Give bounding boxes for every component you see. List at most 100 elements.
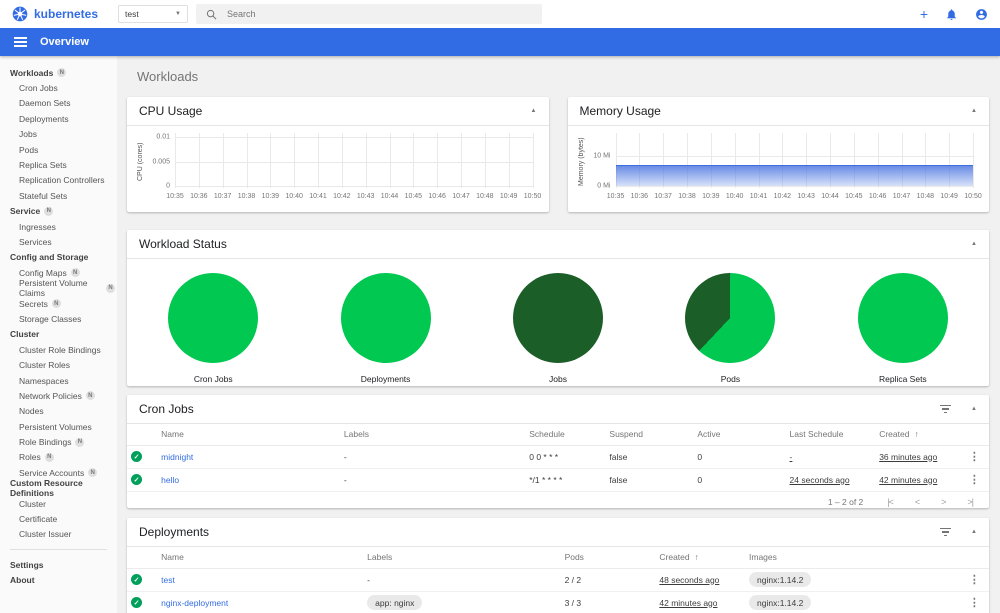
column-header-pods[interactable]: Pods (560, 547, 656, 569)
first-page-button[interactable]: |< (887, 497, 894, 507)
row-menu-kebab-icon[interactable]: ⋮ (969, 451, 980, 463)
created-cell: 36 minutes ago (875, 445, 965, 469)
cron-jobs-title: Cron Jobs (139, 402, 194, 416)
pods-cell: 3 / 3 (560, 591, 656, 613)
sidebar-item-persistent-volumes[interactable]: Persistent Volumes (10, 419, 115, 434)
sidebar-item-stateful-sets[interactable]: Stateful Sets (10, 188, 115, 203)
sidebar-item-storage-classes[interactable]: Storage Classes (10, 311, 115, 326)
sidebar-item-replica-sets[interactable]: Replica Sets (10, 157, 115, 172)
sidebar-item-services[interactable]: Services (10, 234, 115, 249)
sidebar-item-label: Network Policies (19, 390, 82, 401)
column-header-suspend[interactable]: Suspend (605, 424, 694, 446)
sidebar-item-persistent-volume-claims[interactable]: Persistent Volume Claims N (10, 278, 115, 298)
collapse-icon[interactable]: ▲ (971, 241, 977, 247)
resource-name-link[interactable]: nginx-deployment (161, 598, 228, 608)
grid-line-horizontal (615, 185, 973, 187)
sidebar-item-certificate[interactable]: Certificate (10, 511, 115, 526)
pie-chart-deployments[interactable] (340, 273, 431, 363)
sidebar-item-cron-jobs[interactable]: Cron Jobs (10, 80, 115, 95)
column-header-name[interactable]: Name (157, 547, 364, 569)
collapse-icon[interactable]: ▲ (971, 529, 977, 535)
sidebar-item-replication-controllers[interactable]: Replication Controllers (10, 173, 115, 188)
column-header-status (127, 547, 158, 569)
status-cell: ✓ (127, 468, 158, 492)
sidebar-item-pods[interactable]: Pods (10, 142, 115, 157)
collapse-icon[interactable]: ▲ (971, 108, 977, 114)
namespaced-badge: N (75, 437, 85, 447)
images-cell-chip: nginx:1.14.2 (749, 572, 812, 587)
namespace-select[interactable]: test ▼ (118, 5, 188, 23)
search-bar[interactable] (196, 4, 542, 24)
sidebar-item-cluster-role-bindings[interactable]: Cluster Role Bindings (10, 342, 115, 357)
sidebar-item-deployments[interactable]: Deployments (10, 111, 115, 126)
next-page-button[interactable]: > (941, 497, 946, 507)
user-account-icon[interactable] (975, 8, 988, 21)
column-header-name[interactable]: Name (157, 424, 340, 446)
namespace-value: test (125, 9, 139, 19)
x-tick-label: 10:37 (213, 193, 232, 200)
sidebar-item-network-policies[interactable]: Network Policies N (10, 388, 115, 403)
pie-chart-jobs[interactable] (513, 273, 604, 363)
sidebar-item-label: Settings (10, 559, 44, 570)
sidebar-item-cluster-roles[interactable]: Cluster Roles (10, 357, 115, 372)
sidebar-section-label: Cluster (10, 329, 40, 340)
main-content: Workloads CPU Usage ▲ CPU (cores) 0.01 0.… (117, 56, 1000, 613)
sidebar-item-settings[interactable]: Settings (10, 557, 115, 572)
column-header-created[interactable]: Created ↑ (655, 547, 746, 569)
sidebar-item-cluster-issuer[interactable]: Cluster Issuer (10, 527, 115, 542)
last-page-button[interactable]: >| (967, 497, 974, 507)
sidebar-section-custom-resource-definitions[interactable]: Custom Resource Definitions (10, 478, 115, 498)
sidebar-section-service[interactable]: Service N (10, 204, 115, 219)
workload-status-item-cron-jobs: Cron Jobs (127, 273, 299, 384)
create-resource-button[interactable]: + (920, 7, 928, 21)
table-row: ✓ hello - */1 * * * * false 0 24 seconds ago 42… (127, 468, 989, 492)
sidebar-section-config-and-storage[interactable]: Config and Storage (10, 250, 115, 265)
created-cell: 48 seconds ago (659, 574, 720, 585)
pods-cell: 2 / 2 (560, 568, 656, 592)
created-cell: 48 seconds ago (655, 568, 746, 592)
row-menu-kebab-icon[interactable]: ⋮ (969, 574, 980, 586)
search-icon (206, 9, 217, 19)
grid-line-vertical (365, 133, 367, 188)
pie-chart-cron-jobs[interactable] (168, 273, 259, 363)
collapse-icon[interactable]: ▲ (531, 108, 537, 114)
column-header-labels[interactable]: Labels (339, 424, 526, 446)
column-header-images[interactable]: Images (745, 547, 965, 569)
notifications-bell-icon[interactable] (945, 8, 958, 21)
pie-chart-pods[interactable] (685, 273, 776, 363)
sidebar-item-jobs[interactable]: Jobs (10, 127, 115, 142)
filter-icon[interactable] (940, 527, 952, 537)
column-header-created[interactable]: Created ↑ (875, 424, 965, 446)
sidebar-section-cluster[interactable]: Cluster (10, 327, 115, 342)
sidebar-item-nodes[interactable]: Nodes (10, 404, 115, 419)
pie-chart-label: Cron Jobs (193, 374, 233, 384)
sidebar-item-ingresses[interactable]: Ingresses (10, 219, 115, 234)
filter-icon[interactable] (940, 404, 952, 414)
resource-name-link[interactable]: hello (161, 475, 179, 485)
sidebar-item-daemon-sets[interactable]: Daemon Sets (10, 96, 115, 111)
row-menu-kebab-icon[interactable]: ⋮ (969, 474, 980, 486)
column-header-active[interactable]: Active (693, 424, 786, 446)
sidebar-section-workloads[interactable]: Workloads N (10, 65, 115, 80)
x-tick-label: 10:36 (630, 193, 649, 200)
suspend-cell: false (609, 451, 628, 462)
sidebar-item-roles[interactable]: Roles N (10, 450, 115, 465)
column-header-last-schedule[interactable]: Last Schedule (785, 424, 876, 446)
active-cell: 0 (697, 474, 703, 485)
row-menu-kebab-icon[interactable]: ⋮ (969, 597, 980, 609)
grid-line-vertical (413, 133, 415, 188)
sidebar-item-role-bindings[interactable]: Role Bindings N (10, 434, 115, 449)
sidebar-item-namespaces[interactable]: Namespaces (10, 373, 115, 388)
kubernetes-logo[interactable]: kubernetes (12, 6, 118, 22)
column-header-schedule[interactable]: Schedule (525, 424, 606, 446)
resource-name-link[interactable]: midnight (161, 452, 193, 462)
prev-page-button[interactable]: < (915, 497, 920, 507)
resource-name-link[interactable]: test (161, 575, 175, 585)
collapse-icon[interactable]: ▲ (971, 406, 977, 412)
pie-chart-replica-sets[interactable] (857, 273, 948, 363)
sidebar-item-about[interactable]: About (10, 573, 115, 588)
namespaced-badge: N (70, 268, 80, 278)
column-header-labels[interactable]: Labels (363, 547, 561, 569)
search-input[interactable] (227, 9, 532, 19)
menu-hamburger-icon[interactable] (14, 36, 27, 48)
